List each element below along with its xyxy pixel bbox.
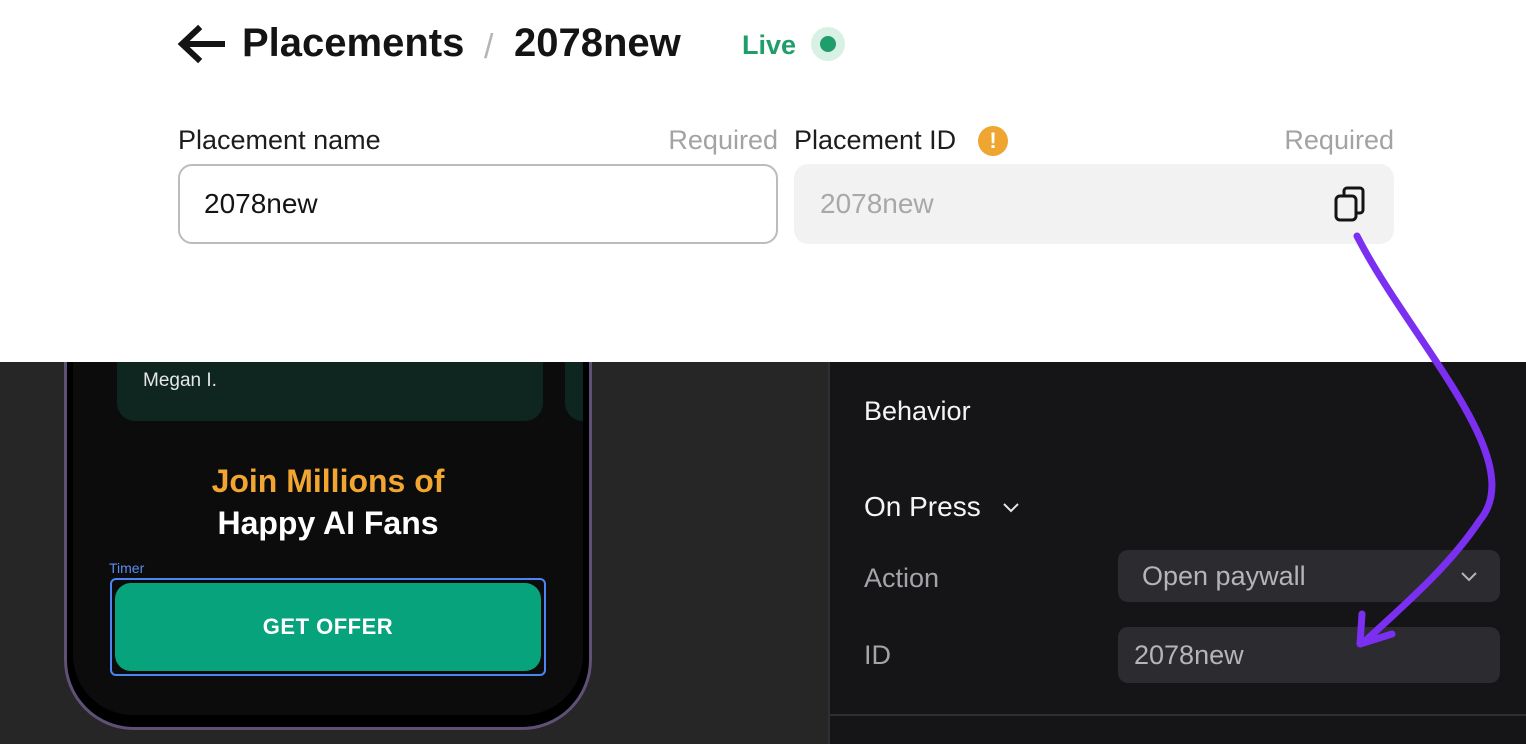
get-offer-button[interactable]: GET OFFER — [115, 583, 541, 671]
editor-canvas: Megan I. Join Millions of Happy AI Fans — [0, 362, 830, 744]
chevron-down-icon[interactable] — [1000, 496, 1022, 518]
action-select[interactable]: Open paywall — [1118, 550, 1500, 602]
paywall-id-input[interactable] — [1118, 627, 1500, 683]
back-arrow-icon[interactable] — [176, 24, 226, 64]
on-press-toggle[interactable]: On Press — [864, 490, 981, 524]
review-card-next — [565, 362, 583, 421]
id-label: ID — [864, 640, 891, 670]
status-dot-icon — [820, 36, 836, 52]
behavior-section-title: Behavior — [864, 396, 971, 426]
placement-name-label: Placement name — [178, 125, 381, 155]
placement-id-value: 2078new — [820, 188, 934, 219]
placement-id-field: 2078new — [794, 164, 1394, 244]
reviewer-name: Megan I. — [143, 370, 217, 391]
copy-icon[interactable] — [1330, 182, 1374, 226]
placement-id-required: Required — [1284, 125, 1394, 155]
chevron-down-icon — [1461, 572, 1477, 582]
breadcrumb-separator: / — [484, 28, 494, 66]
status-label: Live — [742, 30, 797, 60]
placement-name-required: Required — [668, 125, 778, 155]
action-select-value: Open paywall — [1142, 561, 1306, 591]
headline-accent-line: Join Millions of — [211, 463, 445, 499]
placement-id-label: Placement ID — [794, 125, 957, 155]
timer-component-label: Timer — [109, 560, 145, 576]
headline-line: Happy AI Fans — [217, 505, 439, 541]
placement-name-input[interactable] — [178, 164, 778, 244]
placement-header-panel: Placements / 2078new Live Placement name… — [0, 0, 1526, 362]
warning-icon[interactable]: ! — [978, 126, 1008, 156]
action-label: Action — [864, 563, 940, 593]
breadcrumb-placements-link[interactable]: Placements — [242, 18, 464, 68]
properties-panel: Behavior On Press Action Open paywall ID — [828, 362, 1526, 744]
page-title: 2078new — [514, 21, 681, 65]
panel-divider — [830, 714, 1526, 716]
